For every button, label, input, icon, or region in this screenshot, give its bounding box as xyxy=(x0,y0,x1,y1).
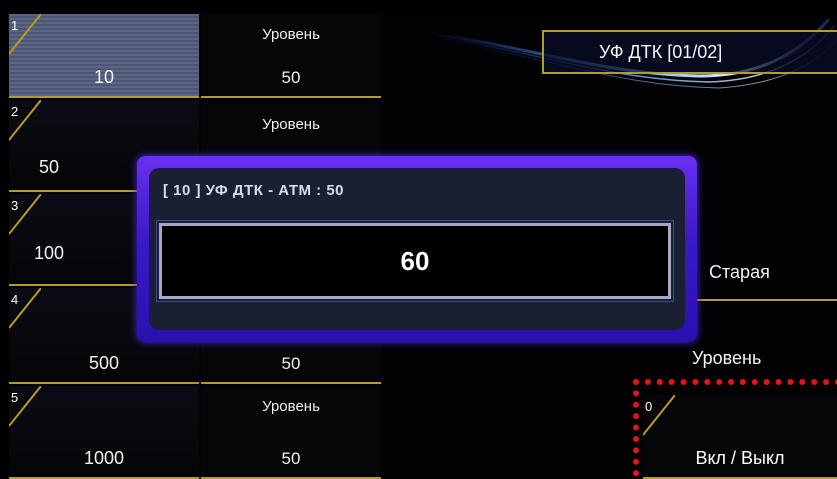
key-number: 2 xyxy=(11,104,19,119)
old-value-label: Старая xyxy=(709,262,770,282)
level-value: 50 xyxy=(281,68,301,87)
value-input[interactable]: 60 xyxy=(156,220,674,302)
level-1[interactable]: Уровень 50 xyxy=(201,14,381,98)
key-1[interactable]: 1 10 xyxy=(9,14,199,98)
key-number: 5 xyxy=(11,390,19,405)
fixture-title: УФ ДТК [01/02] xyxy=(542,30,837,74)
key-value: 1000 xyxy=(83,448,125,468)
key-number: 1 xyxy=(11,18,19,33)
level-5[interactable]: Уровень 50 xyxy=(201,386,381,479)
level-label: Уровень xyxy=(262,116,320,133)
key-value: 10 xyxy=(93,67,115,87)
dialog-title: [ 10 ] УФ ДТК - АТМ : 50 xyxy=(163,182,344,199)
screen: 1 10 Уровень 50 2 50 Уровень 3 100 4 500… xyxy=(9,14,837,479)
level-value: 50 xyxy=(281,449,301,468)
level-button-label[interactable]: Уровень xyxy=(692,348,761,369)
level-label: Уровень xyxy=(262,398,320,415)
key-number: 4 xyxy=(11,292,19,307)
level-value: 50 xyxy=(281,354,301,373)
value-entry-dialog: [ 10 ] УФ ДТК - АТМ : 50 60 xyxy=(137,156,697,342)
key-number: 3 xyxy=(11,198,19,213)
highlight-marker xyxy=(633,379,837,479)
dialog-body: [ 10 ] УФ ДТК - АТМ : 50 60 xyxy=(149,168,685,330)
level-label: Уровень xyxy=(262,26,320,43)
key-5[interactable]: 5 1000 xyxy=(9,386,199,479)
key-value: 500 xyxy=(88,353,120,373)
